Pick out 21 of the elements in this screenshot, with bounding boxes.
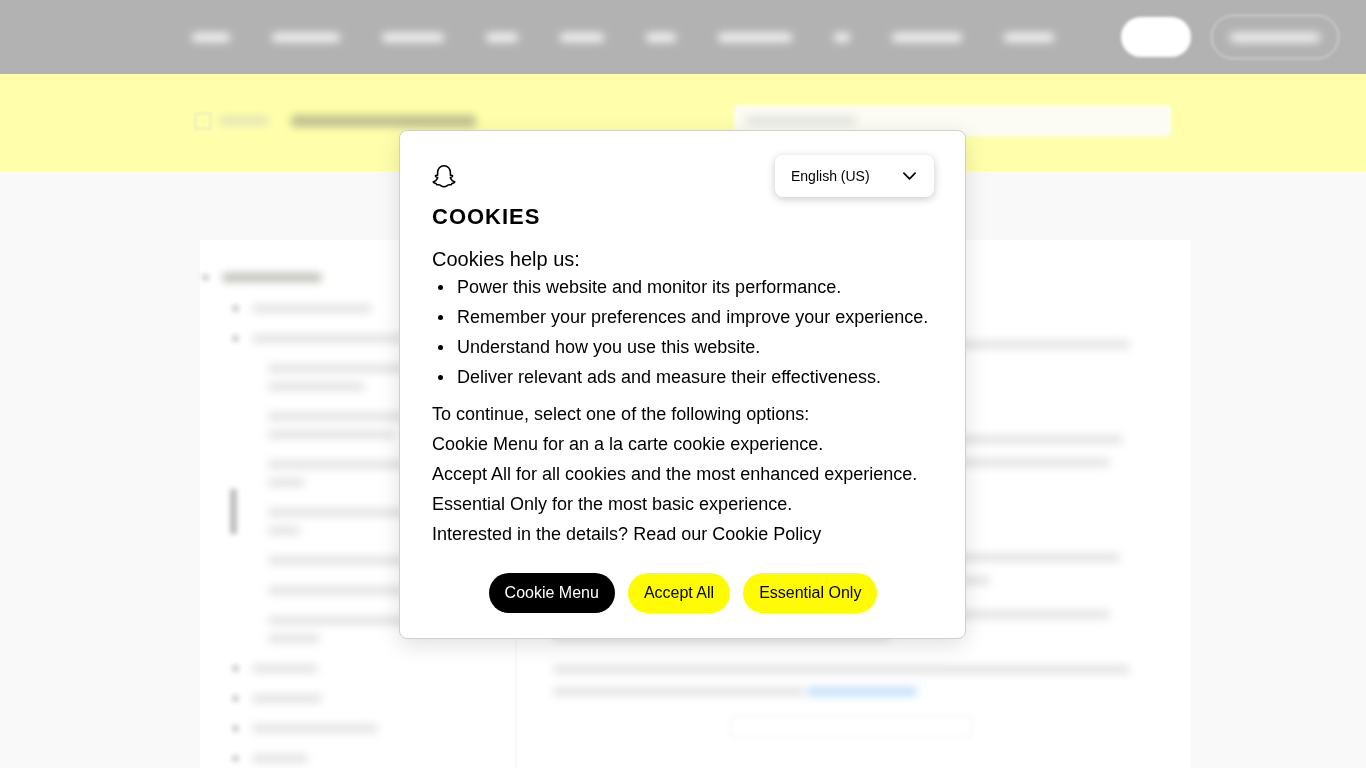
chevron-down-icon — [903, 172, 916, 180]
bullet-icon — [438, 314, 443, 320]
purpose-text: Deliver relevant ads and measure their effectiveness. — [457, 366, 881, 389]
option-text: Accept All for all cookies and the most enhanced experience. — [432, 463, 919, 486]
option-text: Essential Only for the most basic experience. — [432, 493, 794, 516]
purpose-text: Power this website and monitor its performance. — [457, 276, 842, 299]
option-text: Interested in the details? Read our Cookie Policy — [432, 523, 823, 546]
purpose-text: Understand how you use this website. — [457, 336, 761, 359]
consent-button[interactable]: Essential Only — [743, 573, 878, 613]
consent-button[interactable]: Accept All — [627, 573, 731, 613]
language-dropdown[interactable]: English (US) — [775, 155, 934, 197]
consent-button[interactable]: Cookie Menu — [488, 573, 615, 613]
option-text: Cookie Menu for an a la carte cookie experience. — [432, 433, 825, 456]
option-text: To continue, select one of the following options: — [432, 403, 811, 426]
intro-text: Cookies help us: — [432, 247, 581, 272]
bullet-icon — [438, 344, 443, 350]
ghost-logo-icon — [432, 164, 456, 188]
bullet-icon — [438, 374, 443, 380]
dialog-title: COOKIES — [432, 203, 542, 231]
purpose-text: Remember your preferences and improve your experience. — [457, 306, 929, 329]
bullet-icon — [438, 284, 443, 290]
